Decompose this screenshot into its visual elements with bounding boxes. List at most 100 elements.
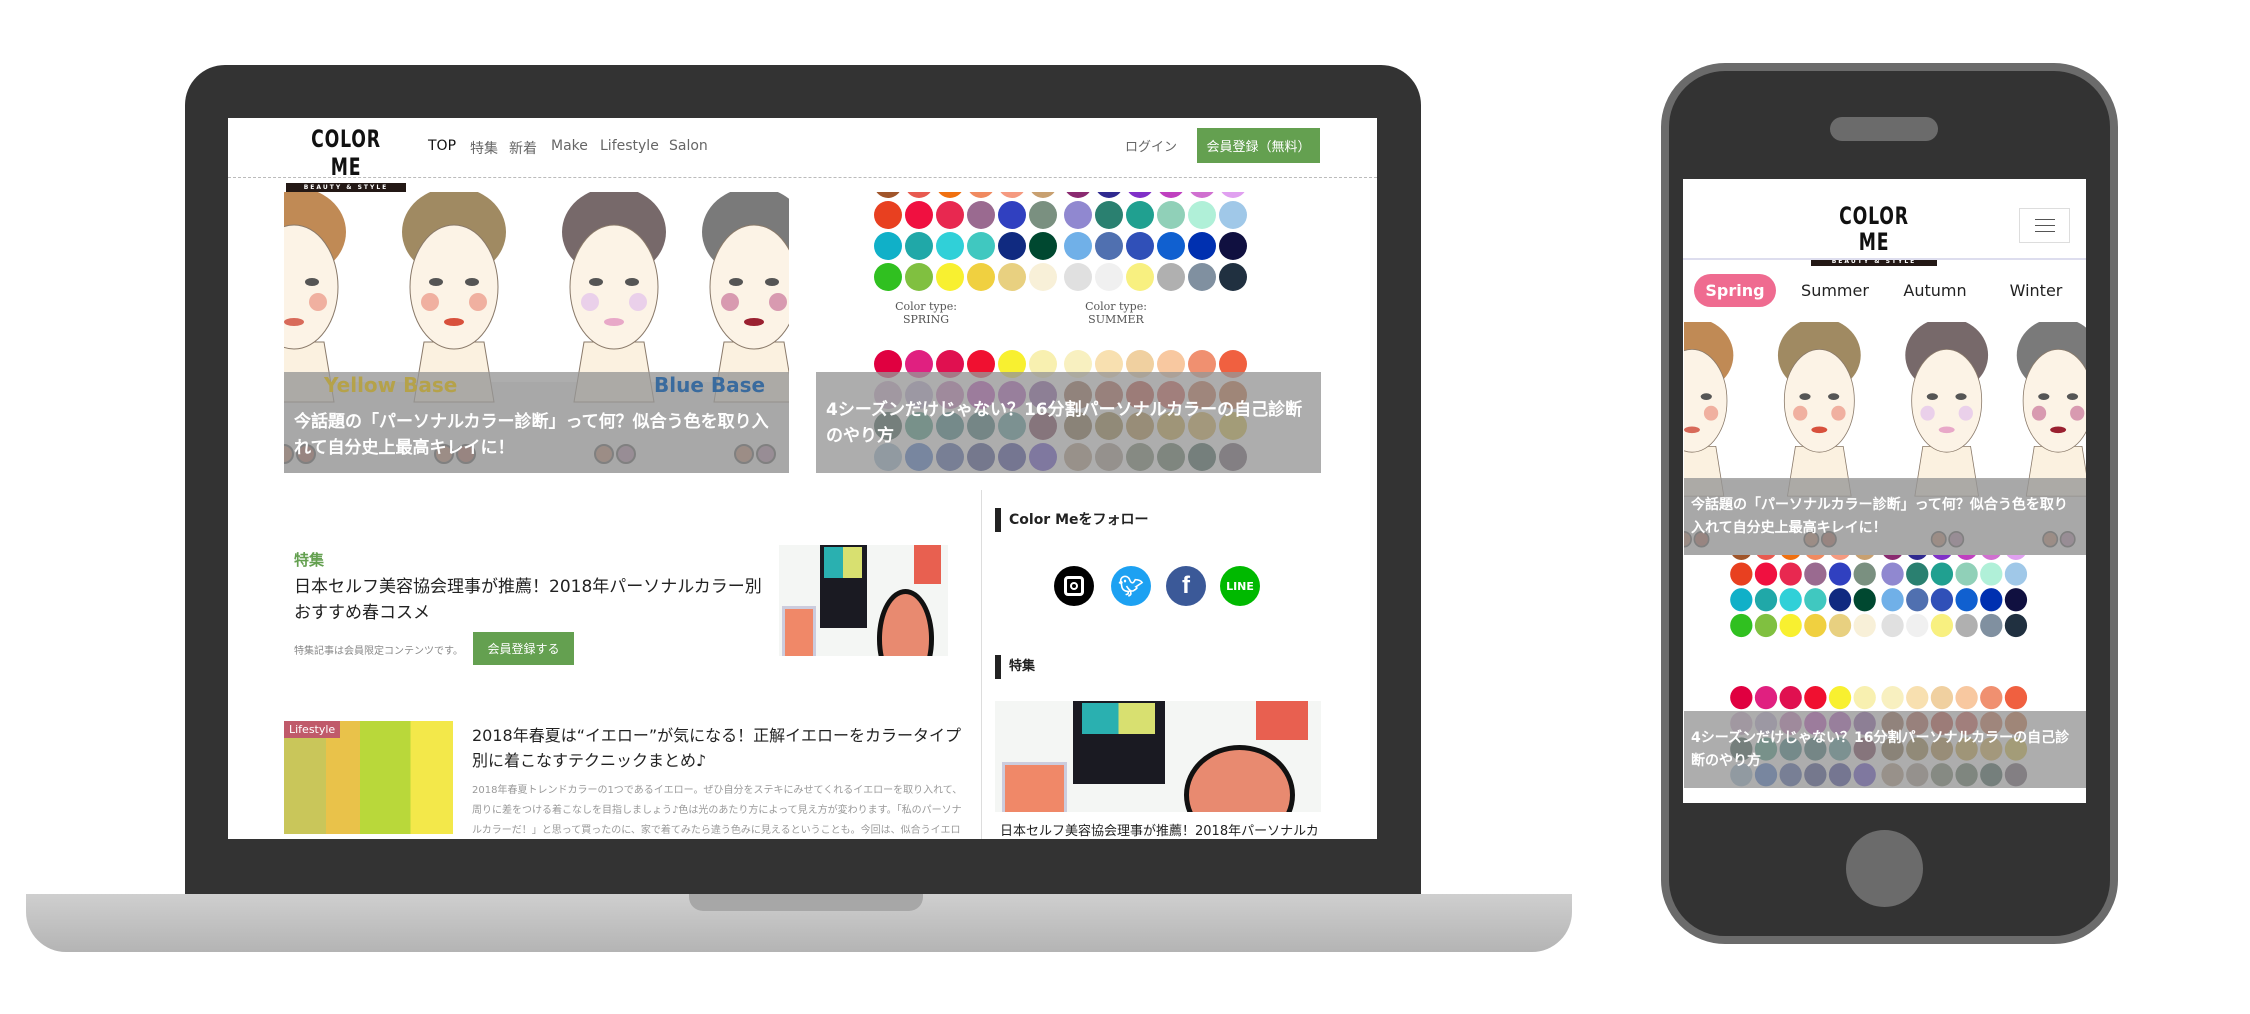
summer-swatch (1126, 201, 1154, 229)
winter-swatch (1980, 686, 2003, 710)
nail-polish (914, 545, 942, 584)
sidebar-feature-image[interactable] (995, 701, 1321, 812)
spring-swatch (1000, 192, 1024, 198)
hamburger-menu-icon[interactable] (2019, 208, 2070, 243)
article-excerpt: 2018年春夏トレンドカラーの1つであるイエロー。ぜひ自分をステキにみせてくれる… (472, 785, 963, 836)
face (1911, 348, 1983, 453)
autumn-swatch (1804, 686, 1827, 710)
summer-swatch (1932, 555, 1952, 560)
spring-swatch (1029, 263, 1057, 291)
cheek (769, 293, 787, 311)
cheek (2031, 405, 2047, 421)
summer-swatch (1066, 192, 1090, 198)
member-register-button[interactable]: 会員登録する (473, 632, 574, 665)
spring-swatch (938, 192, 962, 198)
tab-summer[interactable]: Summer (1795, 274, 1875, 307)
cheek (629, 293, 647, 311)
autumn-swatch (1853, 686, 1876, 710)
summer-swatch (2004, 562, 2028, 586)
color-type-text: Color type: (1085, 300, 1147, 313)
article-image[interactable]: Lifestyle (284, 721, 453, 834)
lips (444, 318, 464, 326)
winter-swatch (1930, 686, 1954, 710)
feature-heading: 特集 (995, 655, 1035, 679)
summer-swatch (1221, 192, 1245, 198)
twitter-icon[interactable]: 🐦︎ (1111, 566, 1151, 606)
spring-swatch (1029, 232, 1057, 260)
eye (1955, 393, 1967, 400)
summer-swatch (2006, 555, 2026, 560)
site-logo[interactable]: COLOR ME BEAUTY & STYLE (286, 125, 406, 192)
eye (305, 278, 319, 286)
eyeshadow (1001, 762, 1067, 812)
spring-swatch (1855, 555, 1874, 560)
spring-swatch (874, 232, 902, 260)
autumn-swatch (1730, 686, 1753, 710)
summer-swatch (1064, 201, 1092, 229)
spring-swatch (998, 232, 1026, 260)
nav-salon[interactable]: Salon (669, 138, 708, 154)
sidebar-feature-caption[interactable]: 日本セルフ美容協会理事が推薦！2018年パーソナルカ (1000, 820, 1319, 839)
spring-swatch (1779, 562, 1802, 586)
lifestyle-tag[interactable]: Lifestyle (284, 721, 341, 738)
autumn-swatch (1828, 686, 1852, 710)
mobile-hero-card-2[interactable]: 4シーズンだけじゃない？16分割パーソナルカラーの自己診断のやり方 (1684, 555, 2086, 788)
feature-title[interactable]: 日本セルフ美容協会理事が推薦！2018年パーソナルカラー別おすすめ春コスメ (294, 574, 774, 626)
summer-swatch (1883, 555, 1902, 560)
lips (1938, 426, 1955, 434)
summer-swatch (1157, 263, 1185, 291)
spring-swatch (1853, 613, 1876, 638)
nav-make[interactable]: Make (551, 138, 588, 154)
tab-winter[interactable]: Winter (1996, 274, 2076, 307)
article-title[interactable]: 2018年春夏は“イエロー”が気になる！正解イエローをカラータイプ別に着こなすテ… (472, 723, 962, 773)
tab-autumn[interactable]: Autumn (1895, 274, 1975, 307)
spring-swatch (1756, 555, 1776, 560)
eye (589, 278, 603, 286)
nav-top[interactable]: TOP (428, 138, 456, 154)
summer-swatch (1955, 588, 1978, 612)
spring-swatch (1804, 588, 1827, 612)
register-button[interactable]: 会員登録（無料） (1197, 128, 1320, 163)
tab-spring[interactable]: Spring (1694, 274, 1776, 307)
spring-swatch (1730, 613, 1753, 638)
cheek (309, 293, 327, 311)
mobile-logo[interactable]: COLOR ME BEAUTY & STYLE (1811, 203, 1937, 266)
facebook-icon[interactable]: f (1166, 566, 1206, 606)
summer-text: SUMMER (1088, 313, 1144, 326)
nav-lifestyle[interactable]: Lifestyle (600, 138, 659, 154)
nav-new[interactable]: 新着 (509, 138, 537, 158)
cheek (2070, 405, 2085, 421)
hero-card-2[interactable]: Color type: SPRING Color type: SUMMER 4シーズ… (816, 192, 1321, 473)
summer-swatch (2004, 613, 2028, 638)
home-button[interactable] (1846, 830, 1923, 907)
spring-swatch (969, 192, 993, 198)
hero-card-1[interactable]: Yellow Base Blue Base 今話題の「パーソナルカラー診断」って… (284, 192, 789, 473)
feature-category: 特集 (294, 551, 325, 569)
instagram-icon[interactable] (1054, 566, 1094, 606)
spring-swatch (1806, 555, 1825, 560)
spring-swatch (936, 232, 964, 260)
cheek (421, 293, 439, 311)
spring-swatch (1754, 562, 1778, 586)
mobile-hero-title-1: 今話題の「パーソナルカラー診断」って何？似合う色を取り入れて自分史上最高キレイに… (1684, 478, 2086, 555)
spring-swatch (1754, 588, 1778, 612)
summer-swatch (1881, 613, 1904, 638)
logo-word: COLOR ME (311, 125, 381, 181)
winter-swatch (2004, 686, 2028, 710)
mobile-hero-card-1[interactable]: 今話題の「パーソナルカラー診断」って何？似合う色を取り入れて自分史上最高キレイに… (1684, 322, 2086, 555)
face (1783, 348, 1855, 453)
spring-swatch (1029, 201, 1057, 229)
nav-feature[interactable]: 特集 (470, 138, 498, 158)
feature-image[interactable] (779, 545, 948, 656)
login-link[interactable]: ログイン (1125, 136, 1177, 155)
summer-swatch (1930, 562, 1954, 586)
cheek (469, 293, 487, 311)
summer-swatch (1881, 588, 1904, 612)
spring-swatch (905, 263, 933, 291)
logo-tagline: BEAUTY & STYLE (286, 183, 406, 192)
summer-swatch (1906, 562, 1929, 586)
line-icon[interactable]: LINE (1220, 566, 1260, 606)
summer-swatch (1219, 232, 1247, 260)
blue-base-label: Blue Base (654, 373, 766, 397)
cheek (1920, 405, 1935, 421)
